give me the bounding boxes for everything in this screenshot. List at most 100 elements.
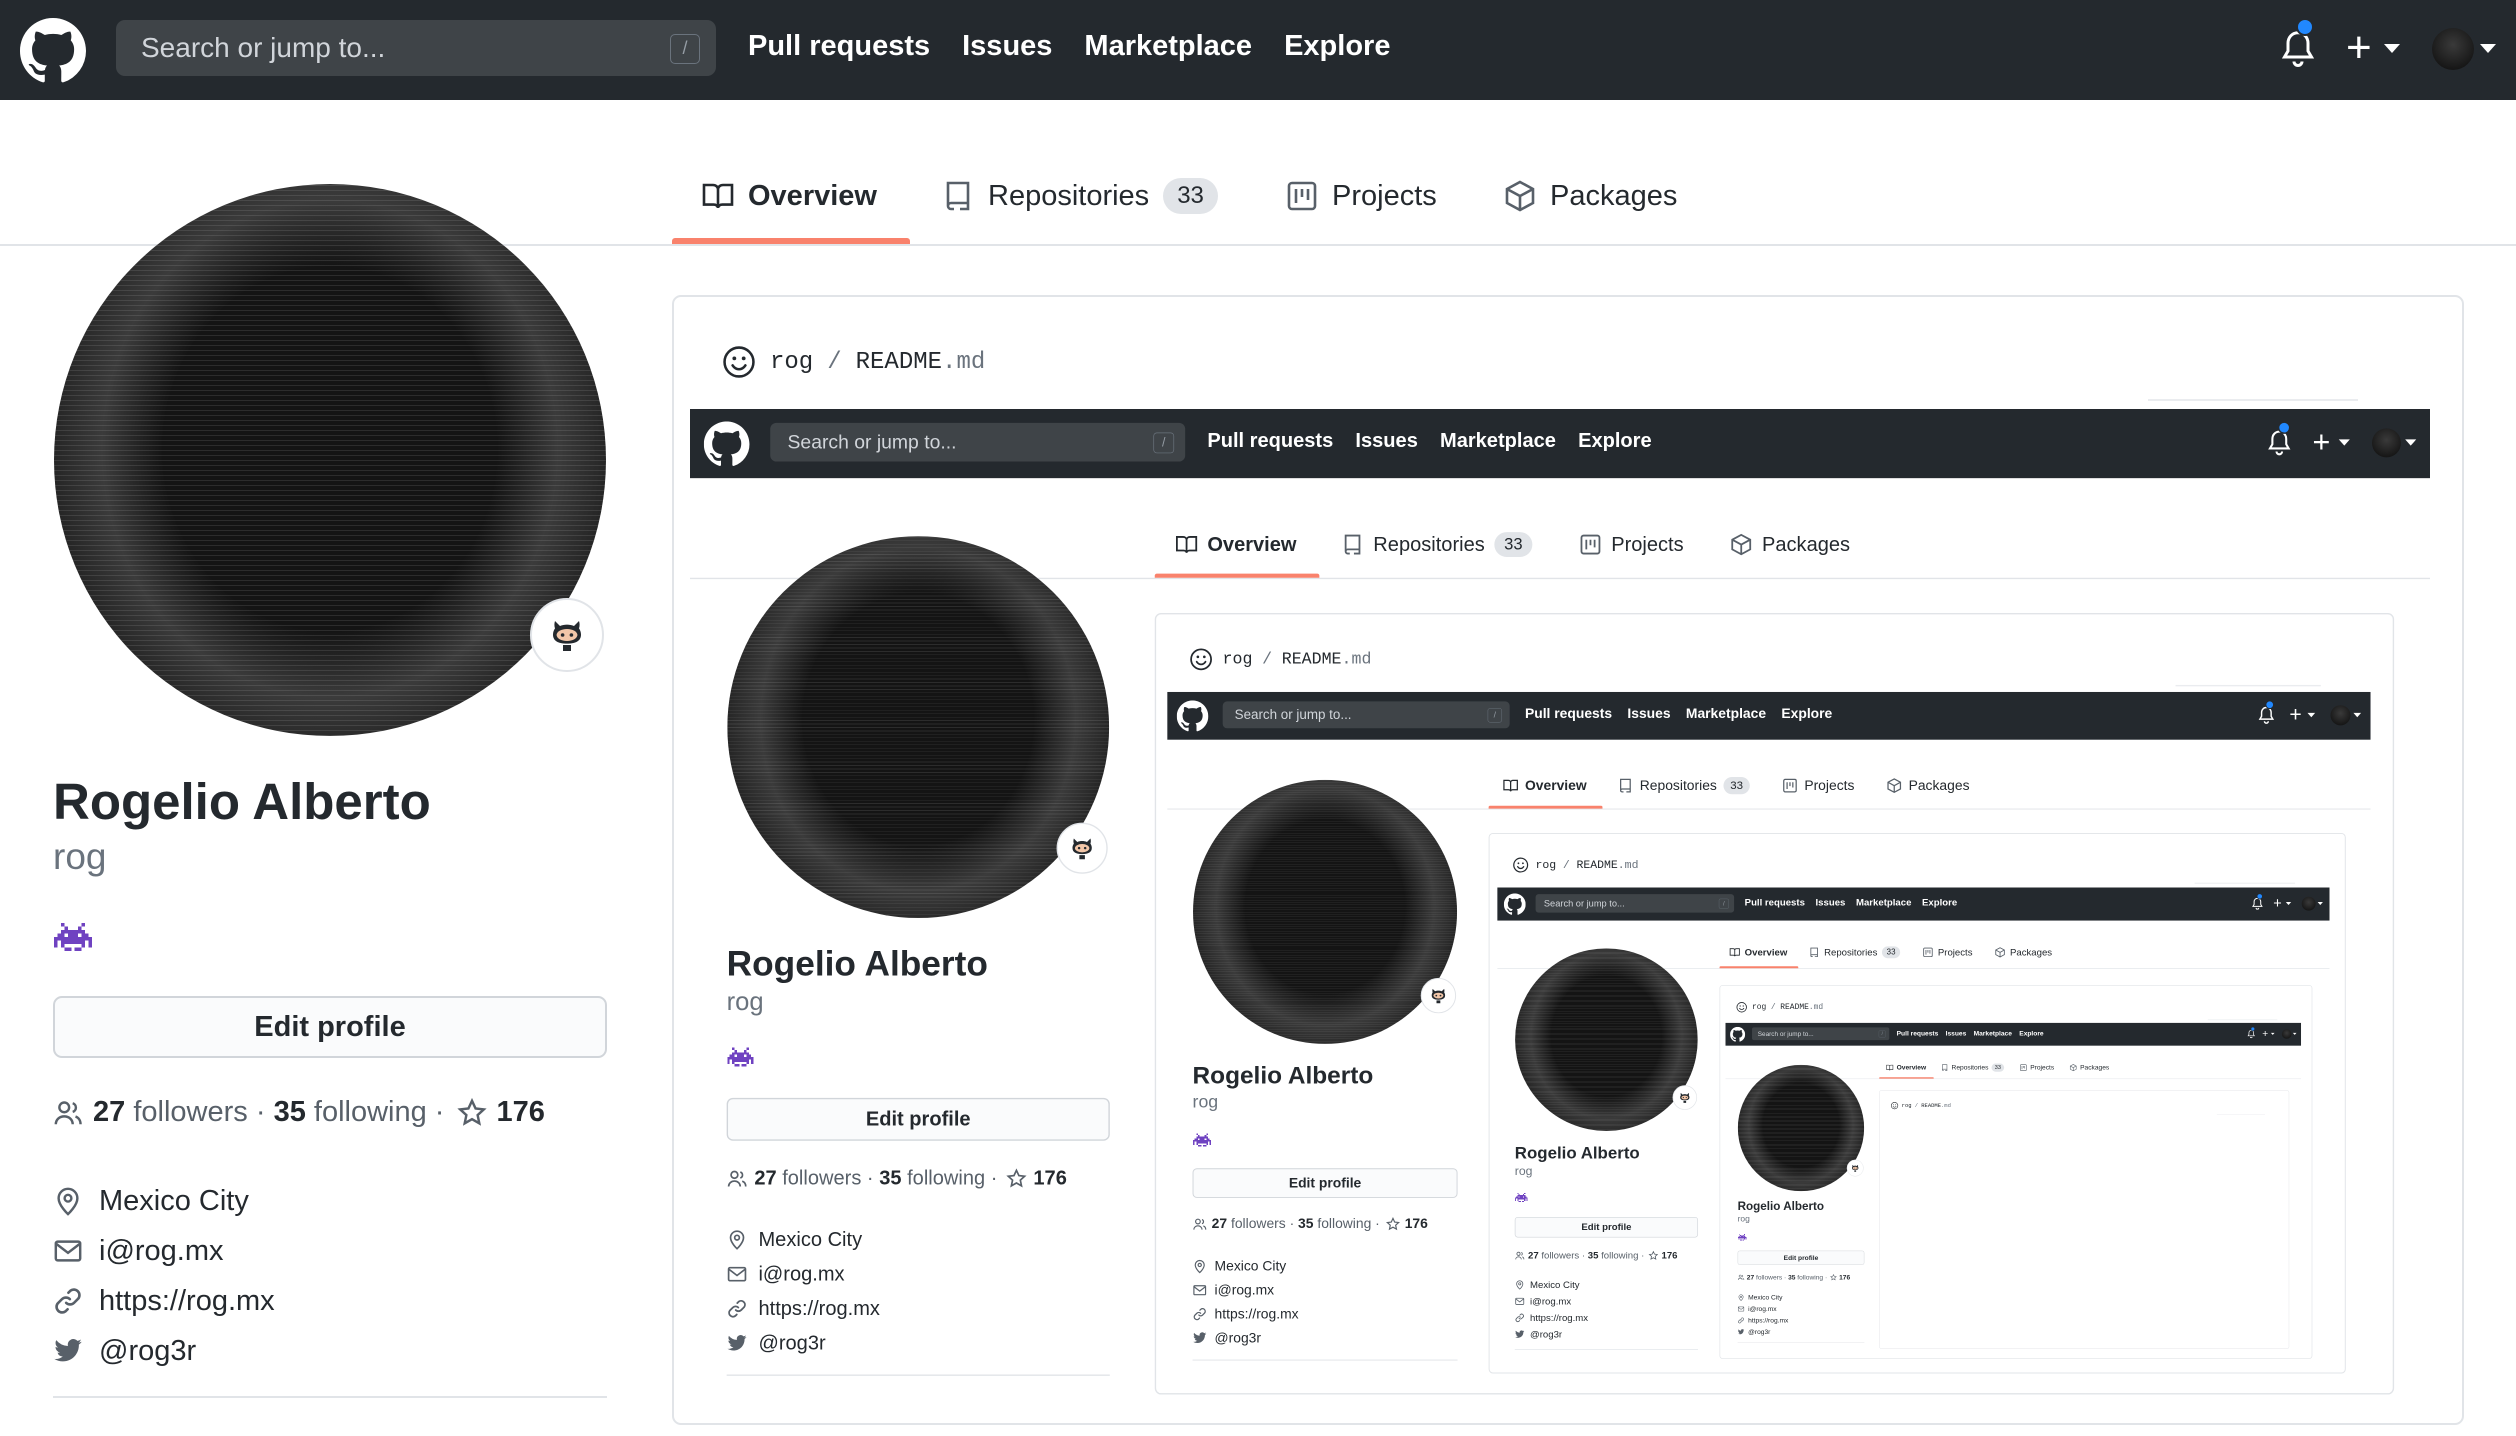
- github-logo-icon: [703, 421, 750, 466]
- nav-link-pull-requests[interactable]: Pull requests: [748, 30, 930, 63]
- mail-icon: [54, 1240, 82, 1262]
- mail-icon: [1737, 1306, 1745, 1312]
- email-link: i@rog.mx: [1529, 1295, 1572, 1307]
- readme-screenshot: [1883, 1116, 2281, 1347]
- tab-label: Projects: [1611, 533, 1684, 556]
- following-label[interactable]: following: [314, 1096, 427, 1129]
- email-link[interactable]: i@rog.mx: [99, 1235, 224, 1268]
- status-badge: [1056, 822, 1108, 874]
- tab-repositories: Repositories 33: [1941, 1062, 2005, 1073]
- create-new-button[interactable]: +: [2346, 24, 2372, 72]
- chevron-down-icon[interactable]: [2480, 44, 2496, 53]
- star-icon: [1385, 1216, 1400, 1231]
- chevron-down-icon: [2270, 1032, 2275, 1035]
- vcard-twitter: @rog3r: [1737, 1326, 1789, 1337]
- readme-card: rog / README.md / Pull requests Issues M…: [672, 295, 2464, 1425]
- search-input[interactable]: [116, 20, 716, 76]
- github-logo-icon[interactable]: [20, 18, 86, 84]
- nav-link-issues: Issues: [1627, 706, 1671, 722]
- chevron-down-icon[interactable]: [2384, 44, 2400, 53]
- vcard-location: Mexico City: [1515, 1277, 1588, 1294]
- readme-path-separator: /: [1562, 858, 1570, 872]
- edit-profile-button[interactable]: Edit profile: [53, 996, 607, 1058]
- repo-count-badge: 33: [1494, 532, 1533, 558]
- active-tab-indicator: [1879, 1077, 1934, 1079]
- readme-file-base: README: [1921, 1102, 1942, 1109]
- nav-link-issues: Issues: [1815, 897, 1846, 909]
- readme-header: rog / README.md: [1513, 857, 1638, 873]
- followers-count: 27: [1528, 1250, 1539, 1261]
- readme-header: rog / README.md: [722, 345, 985, 379]
- top-nav: / Pull requests Issues Marketplace Explo…: [690, 409, 2430, 479]
- notification-dot: [2250, 1026, 2255, 1032]
- tab-projects: Projects: [2020, 1062, 2054, 1073]
- divider: [2148, 399, 2358, 401]
- tab-packages: Packages: [1995, 944, 2052, 960]
- following-label: following: [1317, 1216, 1372, 1232]
- readme-filename: README.md: [1921, 1103, 1951, 1109]
- readme-owner[interactable]: rog: [770, 349, 813, 376]
- nav-link-pull-requests: Pull requests: [1744, 897, 1805, 909]
- stars-count: 176: [1033, 1166, 1067, 1190]
- following-count[interactable]: 35: [274, 1096, 306, 1129]
- notification-dot: [2277, 421, 2291, 434]
- edit-profile-button: Edit profile: [1192, 1168, 1458, 1198]
- readme-path-separator: /: [827, 348, 842, 376]
- tab-overview[interactable]: Overview: [702, 172, 877, 220]
- people-icon: [727, 1170, 747, 1187]
- tab-projects[interactable]: Projects: [1286, 172, 1437, 220]
- search-box: /: [770, 422, 1186, 462]
- website-link[interactable]: https://rog.mx: [99, 1285, 275, 1318]
- status-badge[interactable]: [530, 598, 604, 672]
- repo-icon: [946, 181, 970, 211]
- tab-repositories: Repositories 33: [1618, 774, 1750, 797]
- tab-overview: Overview: [1886, 1062, 1926, 1073]
- github-logo-icon: [1176, 700, 1209, 732]
- location-icon: [1194, 1259, 1205, 1274]
- location-icon: [1516, 1280, 1524, 1290]
- readme-file-base: README: [1576, 858, 1618, 872]
- location-icon: [57, 1187, 79, 1216]
- profile-full-name: Rogelio Alberto: [53, 773, 431, 830]
- tab-label: Repositories: [1639, 777, 1717, 794]
- website-link: https://rog.mx: [1214, 1306, 1299, 1322]
- search-box[interactable]: /: [116, 20, 716, 76]
- profile-avatar[interactable]: [54, 184, 606, 736]
- active-tab-indicator: [1154, 573, 1320, 578]
- nav-link-marketplace: Marketplace: [1855, 897, 1912, 909]
- star-icon: [1830, 1273, 1837, 1281]
- readme-file-base: README: [855, 348, 943, 376]
- twitter-icon: [1515, 1330, 1525, 1338]
- search-shortcut-hint: /: [1153, 432, 1175, 454]
- followers-label[interactable]: followers: [133, 1096, 247, 1129]
- tab-packages[interactable]: Packages: [1504, 172, 1677, 220]
- tab-label: Repositories: [1824, 946, 1878, 958]
- nav-link-explore[interactable]: Explore: [1284, 30, 1390, 63]
- nav-link-pull-requests: Pull requests: [1896, 1029, 1939, 1037]
- followers-label: followers: [1541, 1250, 1580, 1261]
- star-icon[interactable]: [456, 1097, 487, 1128]
- nav-link-issues[interactable]: Issues: [962, 30, 1052, 63]
- tab-projects: Projects: [1579, 528, 1684, 561]
- link-icon: [1515, 1313, 1524, 1323]
- avatar[interactable]: [2432, 28, 2474, 70]
- nav-link-explore: Explore: [1781, 706, 1833, 722]
- nav-link-marketplace[interactable]: Marketplace: [1084, 30, 1252, 63]
- link-icon: [1738, 1317, 1744, 1324]
- readme-filename[interactable]: README.md: [856, 349, 986, 376]
- location-text: Mexico City: [1529, 1279, 1580, 1290]
- vcard-email: i@rog.mx: [1737, 1303, 1789, 1314]
- bell-icon[interactable]: [2278, 28, 2318, 70]
- location-icon: [729, 1230, 745, 1250]
- repo-count-badge: 33: [1163, 178, 1218, 214]
- profile-username: rog: [1514, 1164, 1533, 1178]
- twitter-handle[interactable]: @rog3r: [99, 1335, 196, 1368]
- notification-dot: [2265, 700, 2275, 710]
- repo-icon: [1942, 1064, 1948, 1071]
- tab-repositories[interactable]: Repositories 33: [942, 172, 1218, 220]
- followers-count[interactable]: 27: [93, 1096, 125, 1129]
- following-count: 35: [879, 1166, 902, 1190]
- twitter-handle: @rog3r: [758, 1331, 826, 1355]
- stars-count[interactable]: 176: [497, 1096, 545, 1129]
- project-icon: [1580, 534, 1601, 555]
